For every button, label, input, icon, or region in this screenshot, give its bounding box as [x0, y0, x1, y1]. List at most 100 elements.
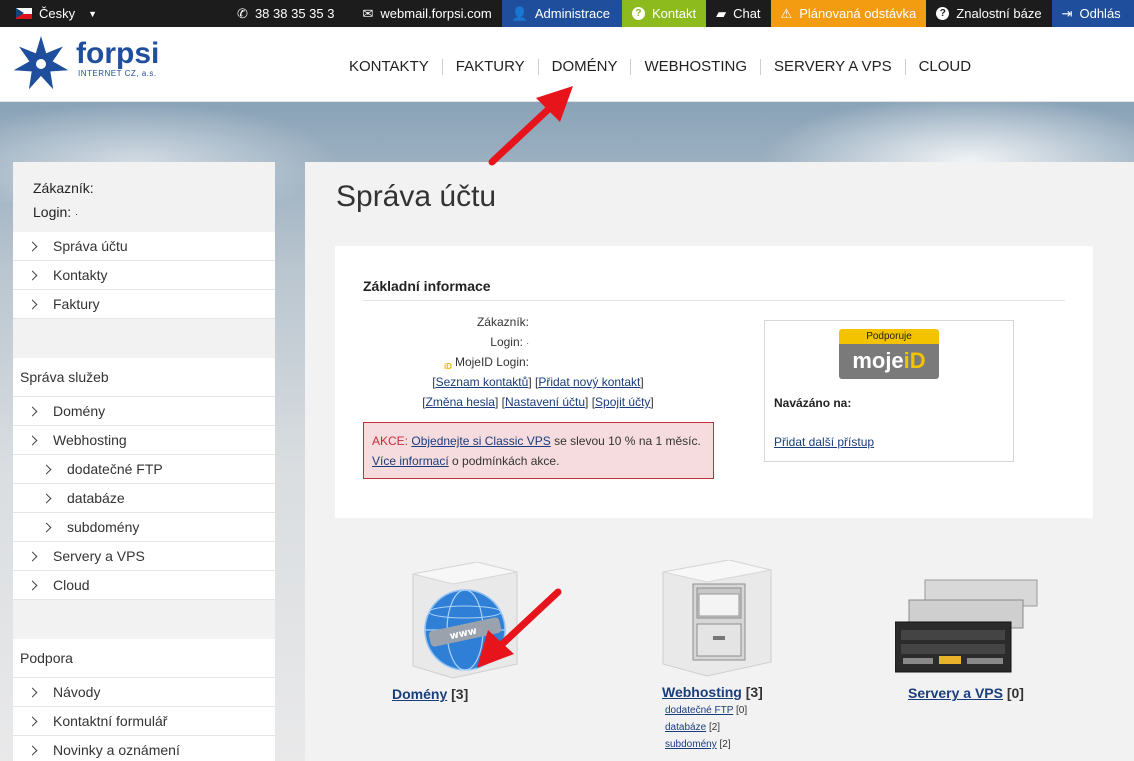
- add-contact-link[interactable]: Přidat nový kontakt: [538, 375, 640, 389]
- nav-domeny[interactable]: DOMÉNY: [537, 59, 631, 75]
- sidebar-item-subdomeny[interactable]: subdomény: [13, 513, 275, 542]
- sidebar-item-label: Servery a VPS: [53, 548, 145, 564]
- phone-number: 38 38 35 35 3: [254, 6, 335, 21]
- webhosting-db-link[interactable]: databáze: [665, 722, 706, 733]
- list-item: dodatečné FTP [0]: [665, 702, 763, 719]
- promo-akce-label: AKCE:: [372, 434, 409, 448]
- promo-text-1: se slevou 10 % na 1 měsíc.: [550, 434, 701, 448]
- sidebar-item-label: Kontakty: [53, 267, 108, 283]
- warning-icon: ⚠: [780, 6, 793, 21]
- mojeid-badge-id: iD: [903, 348, 926, 373]
- nav-kontakty[interactable]: KONTAKTY: [336, 59, 442, 75]
- promo-more-info-link[interactable]: Více informací: [372, 454, 449, 468]
- kontakt-label: Kontakt: [651, 6, 697, 21]
- chevron-right-icon: [27, 270, 38, 280]
- add-access-link[interactable]: Přidat další přístup: [774, 435, 874, 449]
- knowledge-base-button[interactable]: ? Znalostní báze: [926, 0, 1051, 27]
- promo-line-1: AKCE: Objednejte si Classic VPS se slevo…: [372, 431, 705, 451]
- sidebar-item-label: Správa účtu: [53, 238, 128, 254]
- mojeid-linked-label: Navázáno na:: [774, 396, 852, 410]
- administrace-button[interactable]: 👤 Administrace: [501, 0, 622, 27]
- customer-label: Zákazník:: [476, 315, 529, 329]
- support-menu-title: Podpora: [13, 639, 275, 678]
- merge-accounts-link[interactable]: Spojit účty: [595, 395, 650, 409]
- customer-row: Zákazník:: [363, 312, 665, 332]
- top-bar: Česky ▼ ✆ 38 38 35 35 3 ✉ webmail.forpsi…: [0, 0, 1134, 27]
- nav-cloud[interactable]: CLOUD: [904, 59, 985, 75]
- sidebar-item-novinky[interactable]: Novinky a oznámení: [13, 736, 275, 761]
- webhosting-count: [3]: [745, 684, 763, 700]
- login-value: ·: [75, 209, 79, 219]
- nav-faktury[interactable]: FAKTURY: [441, 59, 538, 75]
- forpsi-logo[interactable]: forpsi INTERNET CZ, a.s.: [12, 35, 159, 93]
- customer-label: Zákazník:: [33, 180, 94, 196]
- contact-links: [Seznam kontaktů] [Přidat nový kontakt]: [432, 375, 644, 389]
- domains-link[interactable]: Domény: [392, 686, 447, 702]
- sidebar-item-sprava-uctu[interactable]: Správa účtu: [13, 232, 275, 261]
- chevron-right-icon: [27, 687, 38, 697]
- sidebar-item-label: Webhosting: [53, 432, 127, 448]
- chevron-right-icon: [27, 716, 38, 726]
- logout-button[interactable]: ⇥ Odhlás: [1051, 0, 1134, 27]
- promo-notice: AKCE: Objednejte si Classic VPS se slevo…: [363, 422, 714, 479]
- help-icon: ?: [936, 7, 950, 20]
- chevron-right-icon: [27, 580, 38, 590]
- contact-list-link[interactable]: Seznam kontaktů: [436, 375, 529, 389]
- sidebar-item-label: databáze: [67, 490, 125, 506]
- sidebar-item-faktury[interactable]: Faktury: [13, 290, 275, 319]
- nav-servery-a-vps[interactable]: SERVERY A VPS: [760, 59, 905, 75]
- login-value: ·: [526, 339, 529, 348]
- promo-vps-link[interactable]: Objednejte si Classic VPS: [411, 434, 550, 448]
- administrace-label: Administrace: [534, 6, 610, 21]
- sidebar-item-kontakty[interactable]: Kontakty: [13, 261, 275, 290]
- account-links: [Změna hesla] [Nastavení účtu] [Spojit ú…: [422, 395, 654, 409]
- list-item: subdomény [2]: [665, 736, 763, 753]
- promo-line-2: Více informací o podmínkách akce.: [372, 451, 705, 471]
- change-password-link[interactable]: Změna hesla: [426, 395, 495, 409]
- basic-info-panel: Základní informace Zákazník: Login: · iD…: [335, 246, 1093, 518]
- kontakt-button[interactable]: ? Kontakt: [621, 0, 707, 27]
- account-settings-link[interactable]: Nastavení účtu: [505, 395, 585, 409]
- sidebar-item-webhosting[interactable]: Webhosting: [13, 426, 275, 455]
- knowledge-base-label: Znalostní báze: [956, 6, 1042, 21]
- login-line: Login: ·: [33, 200, 255, 226]
- service-webhosting: Webhosting [3] dodatečné FTP [0] databáz…: [662, 684, 763, 753]
- promo-text-2: o podmínkách akce.: [448, 454, 560, 468]
- chevron-right-icon: [27, 406, 38, 416]
- login-label: Login:: [490, 335, 523, 349]
- logout-label: Odhlás: [1079, 6, 1121, 21]
- planned-outage-button[interactable]: ⚠ Plánovaná odstávka: [770, 0, 927, 27]
- sidebar-item-navody[interactable]: Návody: [13, 678, 275, 707]
- sidebar-item-kontaktni-formular[interactable]: Kontaktní formulář: [13, 707, 275, 736]
- sidebar-item-databaze[interactable]: databáze: [13, 484, 275, 513]
- mojeid-badge[interactable]: Podporuje mojeiD: [839, 329, 939, 379]
- list-item: databáze [2]: [665, 719, 763, 736]
- logout-icon: ⇥: [1061, 6, 1073, 21]
- sidebar-spacer: [13, 319, 275, 358]
- mojeid-badge-logo: mojeiD: [839, 344, 939, 379]
- page-title: Správa účtu: [336, 180, 497, 213]
- chevron-right-icon: [27, 241, 38, 251]
- annotation-arrow-nav-icon: [488, 86, 573, 166]
- account-menu: Správa účtu Kontakty Faktury: [13, 232, 275, 319]
- chat-label: Chat: [733, 6, 761, 21]
- webmail-link[interactable]: ✉ webmail.forpsi.com: [344, 0, 501, 27]
- webhosting-cabinet-icon[interactable]: [659, 560, 773, 678]
- nav-webhosting[interactable]: WEBHOSTING: [630, 59, 760, 75]
- webhosting-subdomain-link[interactable]: subdomény: [665, 739, 717, 750]
- chat-button[interactable]: ▰ Chat: [706, 0, 770, 27]
- sidebar-item-cloud[interactable]: Cloud: [13, 571, 275, 600]
- logo-text: forpsi INTERNET CZ, a.s.: [76, 39, 159, 79]
- webhosting-link[interactable]: Webhosting: [662, 684, 742, 700]
- sidebar-item-label: Návody: [53, 684, 101, 700]
- mojeid-login-label: MojeID Login:: [454, 355, 529, 369]
- language-selector[interactable]: Česky ▼: [0, 0, 107, 27]
- sidebar-item-dodatecne-ftp[interactable]: dodatečné FTP: [13, 455, 275, 484]
- webhosting-ftp-link[interactable]: dodatečné FTP: [665, 705, 733, 716]
- phone-link[interactable]: ✆ 38 38 35 35 3: [227, 0, 344, 27]
- servers-rack-icon[interactable]: [895, 576, 1039, 676]
- servers-link[interactable]: Servery a VPS: [908, 685, 1003, 701]
- sidebar-item-domeny[interactable]: Domény: [13, 397, 275, 426]
- sidebar-item-servery-a-vps[interactable]: Servery a VPS: [13, 542, 275, 571]
- czech-flag-icon: [16, 8, 32, 19]
